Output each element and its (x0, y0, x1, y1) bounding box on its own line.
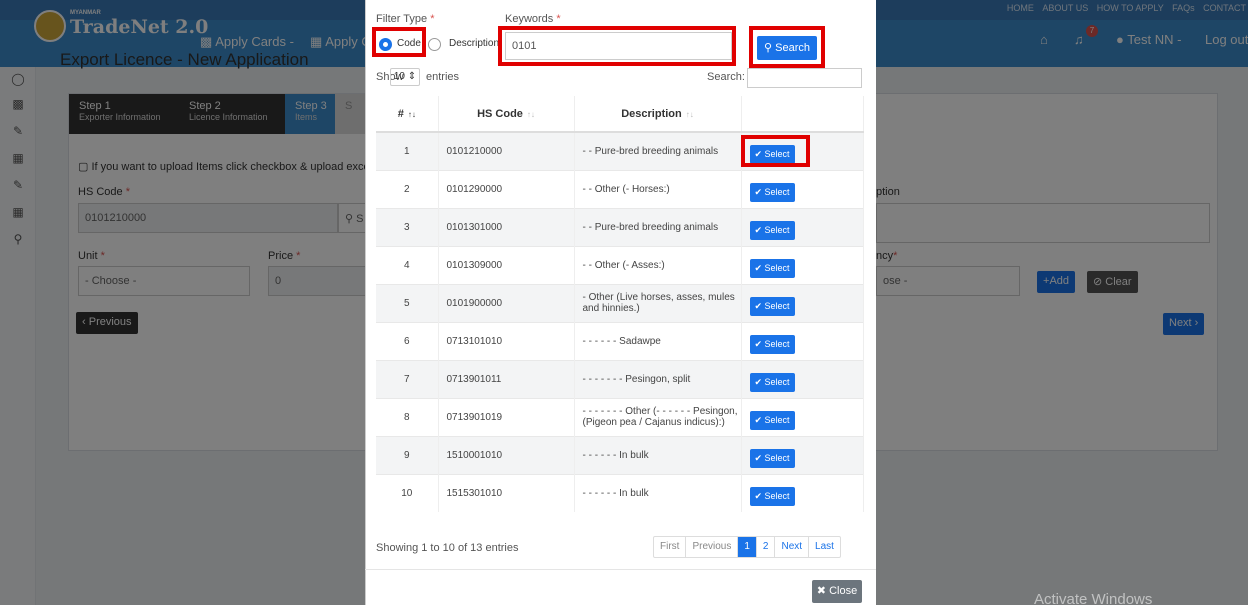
row-hs-code: 0101290000 (438, 169, 575, 208)
select-label: Select (764, 224, 790, 235)
row-hs-code: 0713901019 (438, 397, 575, 436)
table-row: 9 1510001010- - - - - - In bulk ✔ Select (376, 435, 864, 474)
row-hs-code: 0713901011 (438, 359, 575, 398)
select-button[interactable]: ✔ Select (749, 410, 795, 430)
row-description: - - - - - - In bulk (574, 435, 742, 474)
select-label: Select (764, 490, 790, 501)
table-row: 7 0713901011- - - - - - - Pesingon, split… (376, 359, 864, 398)
select-button[interactable]: ✔ Select (749, 334, 795, 354)
row-description: - - - - - - Sadawpe (574, 321, 742, 360)
column-number-text: # (397, 107, 404, 120)
page-last[interactable]: Last (809, 537, 840, 557)
filter-description-label[interactable]: Description (449, 38, 499, 49)
select-button[interactable]: ✔ Select (749, 182, 795, 202)
row-number: 8 (376, 397, 439, 436)
row-hs-code: 1510001010 (438, 435, 575, 474)
table-info: Showing 1 to 10 of 13 entries (376, 542, 519, 554)
row-hs-code: 0101900000 (438, 283, 575, 322)
row-description: - - Pure-bred breeding animals (574, 207, 742, 246)
close-button[interactable]: ✖ Close (812, 580, 862, 603)
row-description: - - - - - - - Other (- - - - - - Pesingo… (574, 397, 742, 436)
select-button[interactable]: ✔ Select (749, 448, 795, 468)
row-description: - - - - - - In bulk (574, 473, 742, 512)
column-header-hs-code[interactable]: HS Code ↑↓ (438, 96, 575, 133)
close-button-label: Close (829, 585, 858, 597)
table-row: 5 0101900000- Other (Live horses, asses, … (376, 283, 864, 322)
page-first[interactable]: First (654, 537, 687, 557)
column-header-description[interactable]: Description ↑↓ (574, 96, 742, 133)
table-row: 10 1515301010- - - - - - In bulk ✔ Select (376, 473, 864, 512)
row-description: - - Other (- Asses:) (574, 245, 742, 284)
activation-watermark: Activate Windows (1034, 591, 1153, 605)
table-row: 8 0713901019- - - - - - - Other (- - - - … (376, 397, 864, 436)
table-row: 4 0101309000- - Other (- Asses:) ✔ Select (376, 245, 864, 284)
row-description: - Other (Live horses, asses, mules and h… (574, 283, 742, 322)
sort-icon: ↑↓ (685, 109, 694, 119)
select-button[interactable]: ✔ Select (749, 372, 795, 392)
filter-type-label-text: Filter Type (376, 13, 428, 25)
highlight-search-button (749, 26, 825, 68)
column-description-text: Description (621, 107, 682, 120)
highlight-code-radio (372, 27, 426, 57)
select-label: Select (764, 338, 790, 349)
select-button[interactable]: ✔ Select (749, 258, 795, 278)
sort-asc-icon: ↑↓ (407, 109, 416, 119)
table-search-input[interactable] (747, 68, 862, 88)
select-button[interactable]: ✔ Select (749, 220, 795, 240)
highlight-first-select (741, 135, 810, 167)
filter-description-radio[interactable] (428, 38, 441, 51)
row-number: 9 (376, 435, 439, 474)
column-hs-code-text: HS Code (477, 107, 523, 120)
page-next[interactable]: Next (775, 537, 810, 557)
row-number: 3 (376, 207, 439, 246)
keywords-label-text: Keywords (505, 13, 554, 25)
table-row: 6 0713101010- - - - - - Sadawpe ✔ Select (376, 321, 864, 360)
entries-label: entries (426, 71, 460, 83)
filter-type-label: Filter Type * (376, 13, 435, 25)
table-row: 3 0101301000- - Pure-bred breeding animal… (376, 207, 864, 246)
row-hs-code: 0101210000 (438, 131, 575, 170)
column-header-number[interactable]: # ↑↓ (376, 96, 439, 133)
select-button[interactable]: ✔ Select (749, 486, 795, 506)
highlight-keywords (498, 26, 736, 66)
row-hs-code: 1515301010 (438, 473, 575, 512)
select-label: Select (764, 376, 790, 387)
modal-footer-divider (365, 569, 876, 570)
select-label: Select (764, 186, 790, 197)
pagination: First Previous 1 2 Next Last (653, 536, 841, 558)
row-number: 5 (376, 283, 439, 322)
column-header-action (741, 96, 864, 133)
table-row: 2 0101290000- - Other (- Horses:) ✔ Select (376, 169, 864, 208)
row-number: 1 (376, 131, 439, 170)
row-description: - - Other (- Horses:) (574, 169, 742, 208)
page-previous[interactable]: Previous (686, 537, 739, 557)
row-description: - - - - - - - Pesingon, split (574, 359, 742, 398)
sort-icon: ↑↓ (526, 109, 535, 119)
row-number: 2 (376, 169, 439, 208)
table-search-label: Search: (707, 71, 745, 83)
row-hs-code: 0101301000 (438, 207, 575, 246)
select-label: Select (764, 300, 790, 311)
page-2[interactable]: 2 (757, 537, 776, 557)
page-size-value: 10 (393, 71, 405, 82)
keywords-label: Keywords * (505, 13, 561, 25)
page-1[interactable]: 1 (738, 537, 757, 557)
row-description: - - Pure-bred breeding animals (574, 131, 742, 170)
select-label: Select (764, 262, 790, 273)
row-number: 7 (376, 359, 439, 398)
select-label: Select (764, 452, 790, 463)
row-hs-code: 0713101010 (438, 321, 575, 360)
page-size-select[interactable]: 10 ⇕ (390, 68, 420, 86)
select-label: Select (764, 414, 790, 425)
row-number: 4 (376, 245, 439, 284)
row-number: 6 (376, 321, 439, 360)
row-number: 10 (376, 473, 439, 512)
row-hs-code: 0101309000 (438, 245, 575, 284)
table-header: # ↑↓ HS Code ↑↓ Description ↑↓ (376, 96, 864, 133)
select-button[interactable]: ✔ Select (749, 296, 795, 316)
